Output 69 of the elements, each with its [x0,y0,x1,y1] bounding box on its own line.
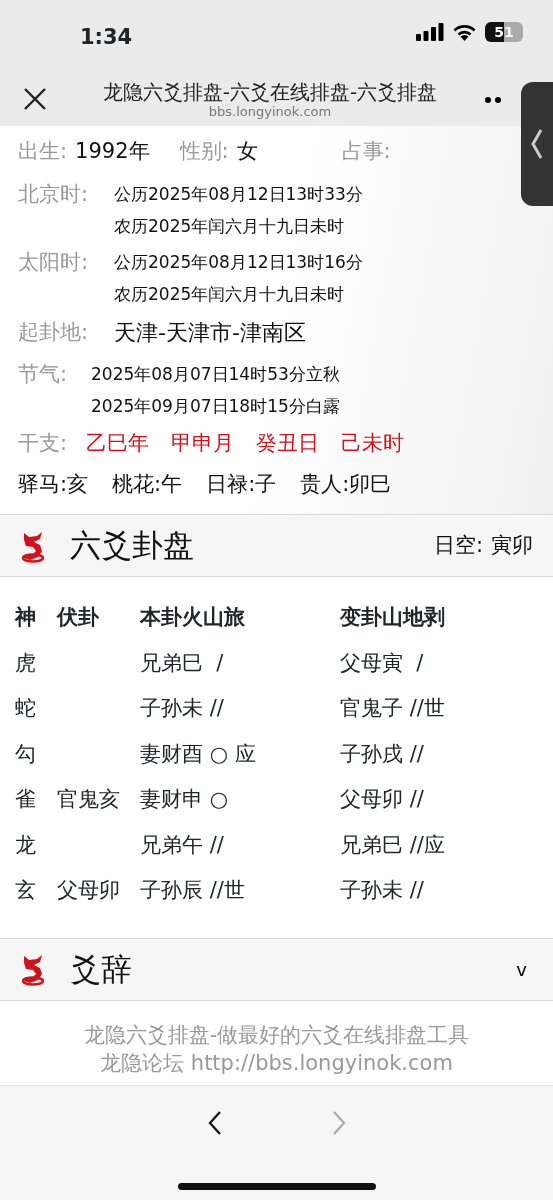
table-cell-text: 官鬼子 //世 [340,695,446,722]
column-header: 本卦火山旅 [140,604,246,631]
field-value: 农历2025年闰六月十九日未时 [114,215,346,238]
column-header: 伏卦 [57,604,100,631]
ganzhi-value: 乙巳年 [86,430,149,458]
table-cell-text: 子孙未 // [340,877,425,904]
field-label: 起卦地: [18,319,90,346]
field-value: 2025年08月07日14时53分立秋 [91,363,340,386]
field-label: 节气: [18,361,69,388]
signal-icon [416,23,444,41]
footer-text: 龙隐六爻排盘-做最好的六爻在线排盘工具 [83,1021,470,1049]
table-cell-text: 兄弟午 // [140,831,225,859]
table-cell-text: 父母寅 / [340,649,425,677]
field-value: 公历2025年08月12日13时33分 [114,183,363,206]
table-cell-text: 虎 [15,649,37,677]
field-value: 公历2025年08月12日13时16分 [114,251,363,274]
spirit-star-text: 贵人:卯巳 [300,471,392,499]
ganzhi-value: 癸丑日 [256,430,319,458]
table-cell-text: 妻财申 ○ [140,786,229,813]
page-url: bbs.longyinok.com [208,103,332,119]
chevron-left-icon [206,1110,223,1136]
table-cell-text: 雀 [15,786,37,813]
chevron-left-icon [530,127,544,161]
status-time: 1:34 [80,24,133,51]
field-value: 2025年09月07日18时15分白露 [91,395,340,418]
field-value: 1992年 [75,138,150,166]
kong-label: 日空: [433,531,483,559]
table-cell-text: 蛇 [15,695,37,722]
table-cell-text: 父母卯 [57,877,121,904]
expand-toggle[interactable]: v [510,951,533,987]
table-cell-text: 父母卯 // [340,786,425,813]
column-header: 神 [15,604,37,631]
ganzhi-value: 己未时 [341,430,404,458]
section-title: 爻辞 [70,949,132,989]
chevron-right-icon [330,1110,347,1136]
close-icon [22,86,48,112]
dragon-logo-icon [20,952,46,986]
spirit-star-text: 驿马:亥 [18,471,89,499]
wifi-icon [452,23,477,41]
table-cell-text: 子孙戌 // [340,740,425,768]
table-cell-text: 兄弟巳 //应 [340,831,446,859]
field-label: 出生: [18,138,68,166]
table-cell-text: 龙 [15,831,37,859]
field-value: 农历2025年闰六月十九日未时 [114,283,346,306]
section-title: 六爻卦盘 [70,526,194,566]
table-cell-text: 玄 [15,877,37,904]
field-label: 北京时: [18,181,90,208]
table-cell-text: 子孙辰 //世 [140,877,246,904]
table-cell-text: 勾 [15,740,37,768]
table-cell-text: 官鬼亥 [57,786,121,813]
more-icon [484,95,504,104]
side-tab-button[interactable] [521,82,553,206]
battery-level: 51 [494,22,514,42]
spirit-star-text: 日禄:子 [206,471,277,499]
spirit-star-text: 桃花:午 [112,471,183,499]
ganzhi-value: 甲申月 [171,430,234,458]
table-cell-text: 兄弟巳 / [140,649,225,677]
field-label: 性别: [179,138,229,166]
field-value: 女 [236,138,258,166]
page-title: 龙隐六爻排盘-六爻在线排盘-六爻排盘 [102,79,438,104]
field-label: 干支: [18,430,69,458]
kong-value: 寅卯 [491,531,533,559]
field-label: 太阳时: [18,249,90,276]
footer-text: 龙隐论坛 http://bbs.longyinok.com [100,1049,453,1077]
table-cell-text: 妻财酉 ○ 应 [140,740,257,768]
table-cell-text: 子孙未 // [140,695,225,722]
field-value: 天津-天津市-津南区 [114,319,306,347]
field-label: 占事: [341,138,391,166]
column-header: 变卦山地剥 [340,604,446,631]
